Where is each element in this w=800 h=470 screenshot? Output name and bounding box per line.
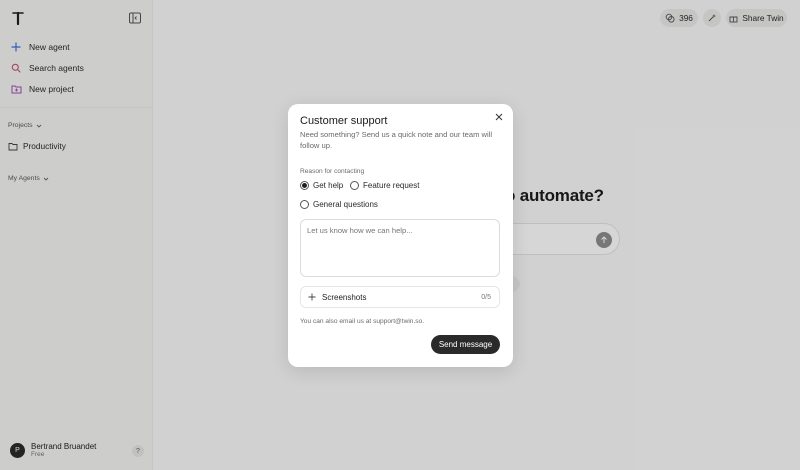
radio-general-questions[interactable]: General questions: [300, 200, 378, 209]
dialog-title: Customer support: [300, 115, 388, 127]
screenshots-count: 0/5: [481, 293, 491, 301]
radio-get-help-label: Get help: [313, 181, 344, 190]
radio-feature-request-label: Feature request: [363, 181, 420, 190]
screenshots-label: Screenshots: [322, 292, 367, 302]
close-icon[interactable]: [494, 112, 504, 122]
dialog-description: Need something? Send us a quick note and…: [300, 130, 493, 150]
customer-support-dialog: Customer support Need something? Send us…: [288, 104, 513, 367]
radio-selected-icon: [300, 181, 309, 190]
send-message-button[interactable]: Send message: [431, 335, 500, 354]
reason-label: Reason for contacting: [300, 168, 365, 175]
radio-feature-request[interactable]: Feature request: [350, 181, 419, 190]
radio-general-questions-label: General questions: [313, 200, 378, 209]
radio-unselected-icon: [350, 181, 359, 190]
radio-unselected-icon: [300, 200, 309, 209]
email-note: You can also email us at support@twin.so…: [300, 318, 425, 325]
plus-icon: [308, 293, 316, 301]
radio-get-help[interactable]: Get help: [300, 181, 343, 190]
screenshots-attach[interactable]: Screenshots 0/5: [300, 286, 500, 308]
message-textarea[interactable]: [300, 219, 500, 277]
